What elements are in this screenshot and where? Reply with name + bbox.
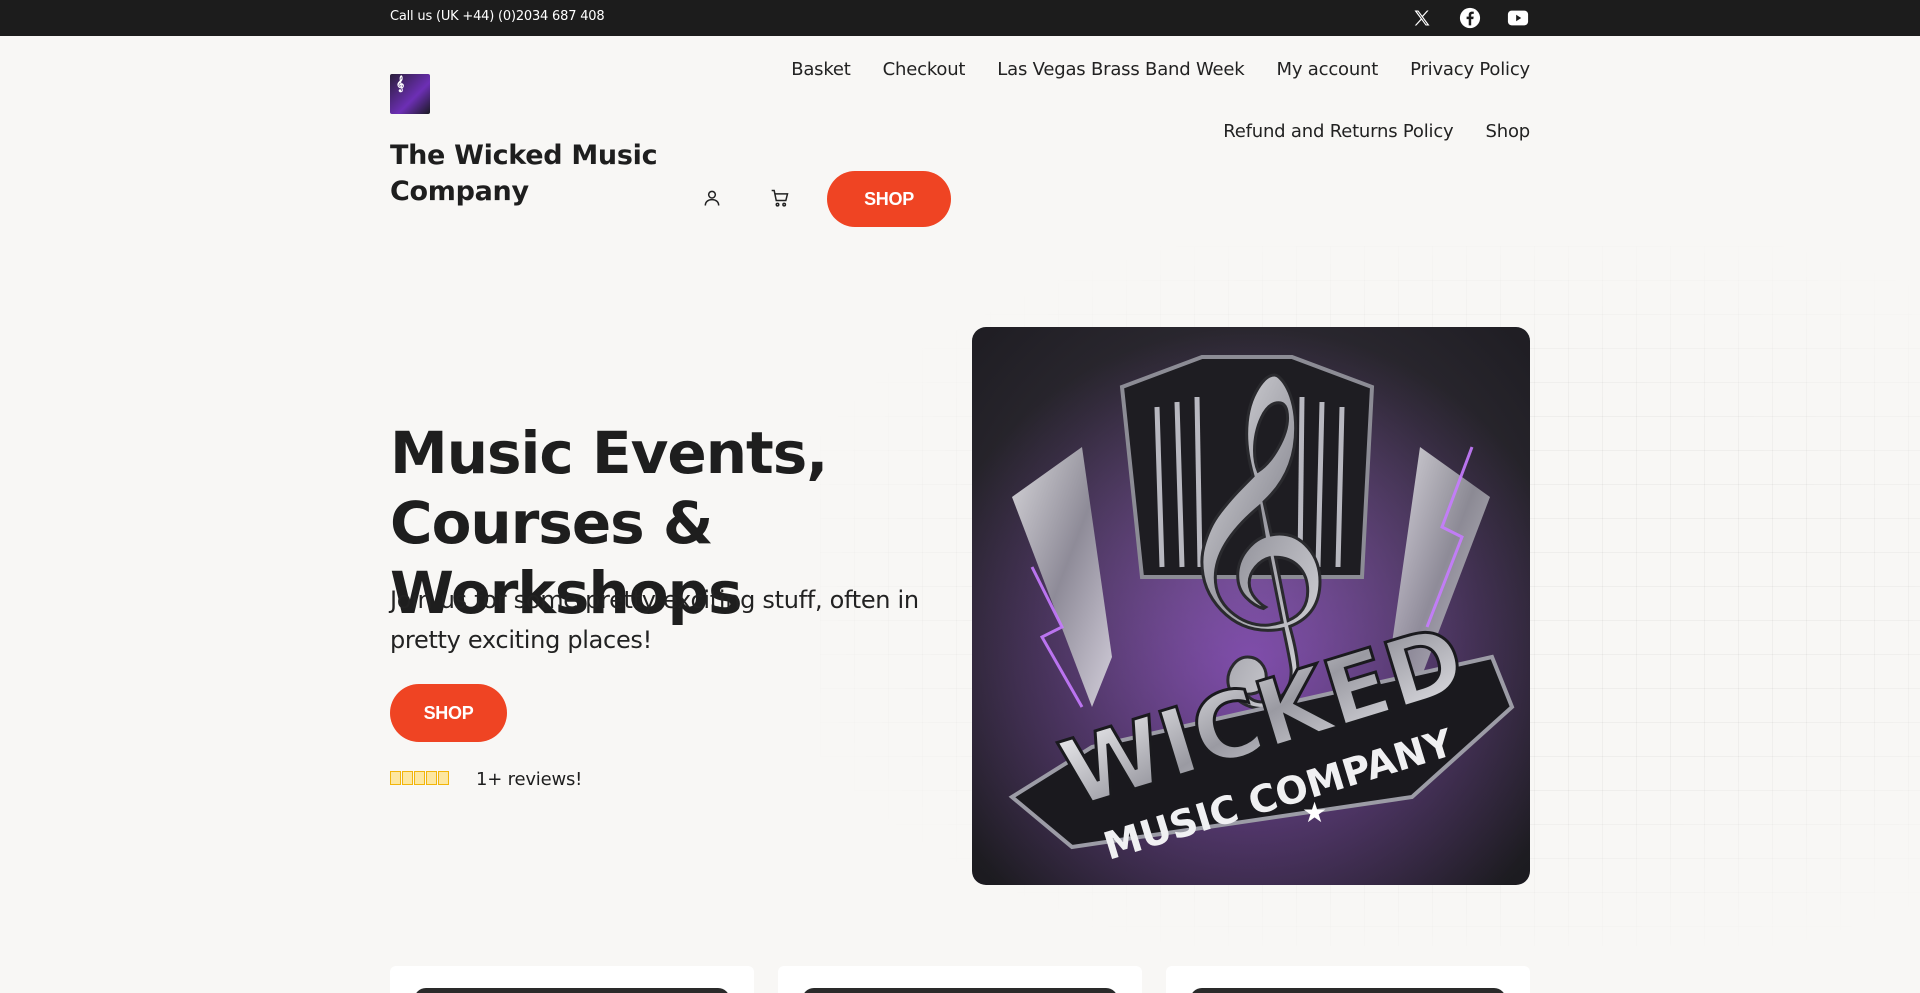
nav-item-shop[interactable]: Shop <box>1486 121 1531 142</box>
header-shop-button[interactable]: SHOP <box>827 171 951 227</box>
phone-number: Call us (UK +44) (0)2034 687 408 <box>390 9 605 24</box>
site-title[interactable]: The Wicked Music Company <box>390 138 680 210</box>
rating-stars <box>390 771 449 785</box>
svg-text:★: ★ <box>1302 796 1327 829</box>
user-icon[interactable] <box>700 186 724 210</box>
product-card[interactable] <box>1166 966 1530 993</box>
product-card[interactable] <box>778 966 1142 993</box>
nav-item-basket[interactable]: Basket <box>791 59 851 80</box>
youtube-icon[interactable] <box>1506 6 1530 30</box>
cart-icon[interactable] <box>768 186 792 210</box>
hero-logo-image: 𝄞 WICKED MUSIC COMPANY ★ <box>972 327 1530 885</box>
site-logo[interactable]: 𝄞 <box>390 74 430 114</box>
primary-nav-row-1: Basket Checkout Las Vegas Brass Band Wee… <box>791 59 1530 80</box>
x-twitter-icon[interactable] <box>1410 6 1434 30</box>
reviews-count: 1+ reviews! <box>476 769 583 790</box>
star-icon <box>426 771 437 785</box>
hero-shop-button[interactable]: SHOP <box>390 684 507 742</box>
product-card[interactable] <box>390 966 754 993</box>
nav-item-las-vegas-brass-band-week[interactable]: Las Vegas Brass Band Week <box>997 59 1244 80</box>
star-icon <box>402 771 413 785</box>
star-icon <box>390 771 401 785</box>
nav-item-my-account[interactable]: My account <box>1277 59 1379 80</box>
facebook-icon[interactable] <box>1458 6 1482 30</box>
nav-item-checkout[interactable]: Checkout <box>883 59 966 80</box>
primary-nav-row-2: Refund and Returns Policy Shop <box>1223 121 1530 142</box>
nav-item-privacy-policy[interactable]: Privacy Policy <box>1410 59 1530 80</box>
star-icon <box>414 771 425 785</box>
nav-item-refund-policy[interactable]: Refund and Returns Policy <box>1223 121 1453 142</box>
star-icon <box>438 771 449 785</box>
top-bar: Call us (UK +44) (0)2034 687 408 <box>0 0 1920 36</box>
hero-subtitle: Join us for some pretty exciting stuff, … <box>390 586 919 654</box>
